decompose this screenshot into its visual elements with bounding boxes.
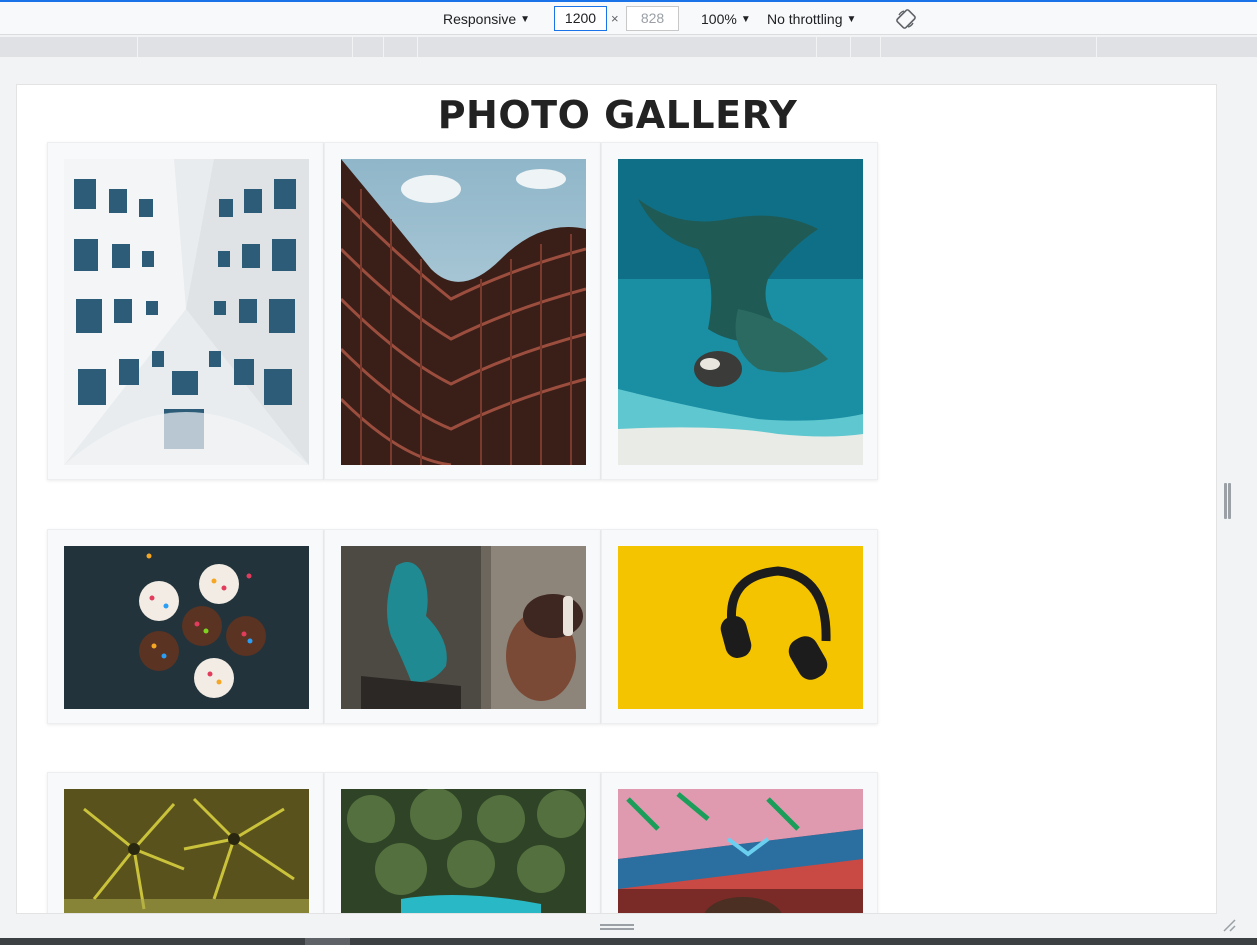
page-viewport: PHOTO GALLERY [16, 84, 1217, 914]
scrollbar-thumb[interactable] [305, 938, 350, 945]
ocean-aerial-photo[interactable] [618, 159, 863, 465]
page-title: PHOTO GALLERY [437, 93, 798, 137]
chevron-down-icon: ▼ [740, 13, 751, 25]
palms-yellow-photo[interactable] [64, 789, 309, 913]
palms-pool-photo[interactable] [341, 789, 586, 913]
throttling-label: No throttling [767, 11, 843, 27]
width-input[interactable]: 1200 [554, 6, 607, 31]
graffiti-person-photo[interactable] [341, 546, 586, 709]
horizontal-scrollbar[interactable] [0, 938, 1257, 945]
device-label: Responsive [443, 11, 517, 27]
zoom-label: 100% [701, 11, 737, 27]
cupcakes-photo[interactable] [64, 546, 309, 709]
curved-building-photo[interactable] [341, 159, 586, 465]
gallery-card[interactable] [47, 772, 324, 913]
bottom-resize-handle[interactable] [600, 924, 634, 932]
device-dropdown[interactable]: Responsive ▼ [443, 9, 530, 29]
gallery-card[interactable] [601, 529, 878, 724]
gallery-card[interactable] [47, 142, 324, 480]
throttling-dropdown[interactable]: No throttling ▼ [767, 9, 856, 29]
rotate-icon[interactable] [896, 9, 916, 29]
side-resize-handle[interactable] [1222, 483, 1232, 519]
gallery-card[interactable] [324, 772, 601, 913]
corner-resize-icon[interactable] [1221, 917, 1237, 933]
headphones-photo[interactable] [618, 546, 863, 709]
gallery-card[interactable] [324, 529, 601, 724]
gallery-card[interactable] [601, 142, 878, 480]
gallery-card[interactable] [47, 529, 324, 724]
zoom-dropdown[interactable]: 100% ▼ [701, 9, 751, 29]
gallery-card[interactable] [324, 142, 601, 480]
height-input[interactable]: 828 [626, 6, 679, 31]
media-query-bar[interactable] [0, 37, 1257, 57]
building-photo[interactable] [64, 159, 309, 465]
gallery-card[interactable] [601, 772, 878, 913]
times-icon: × [611, 11, 619, 26]
chevron-down-icon: ▼ [520, 13, 531, 25]
device-toolbar: Responsive ▼ 1200 × 828 100% ▼ No thrott… [0, 0, 1257, 35]
chevron-down-icon: ▼ [846, 13, 857, 25]
graffiti-colorful-photo[interactable] [618, 789, 863, 913]
